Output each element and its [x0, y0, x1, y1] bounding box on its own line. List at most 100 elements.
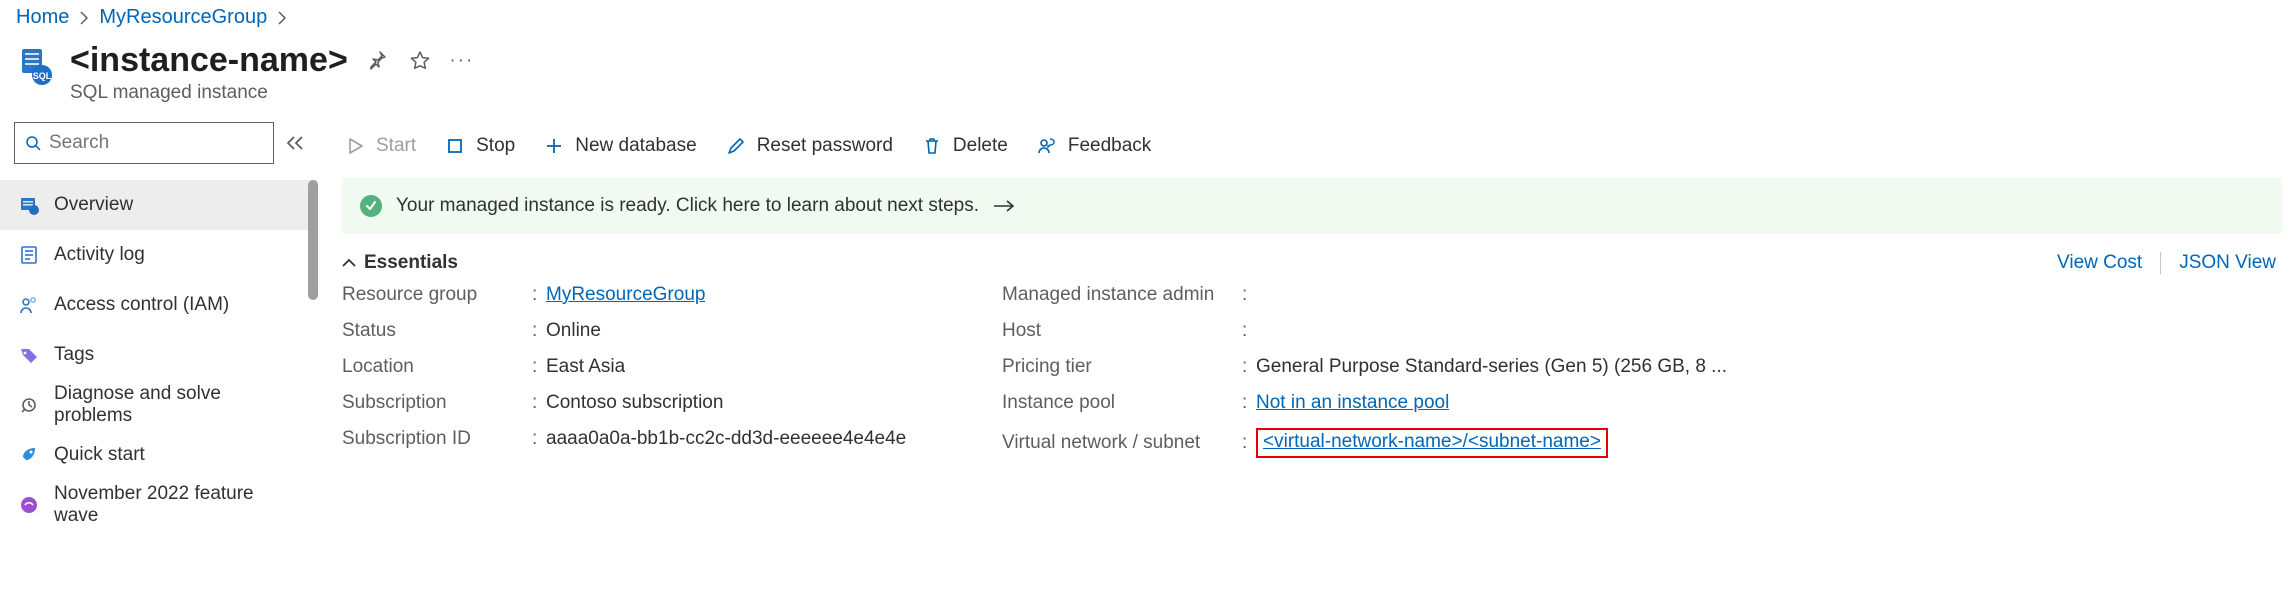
sidebar-item-label: Access control (IAM)	[54, 294, 229, 316]
view-cost-link[interactable]: View Cost	[2057, 252, 2142, 274]
instance-pool-link[interactable]: Not in an instance pool	[1256, 392, 1449, 414]
svg-text:SQL: SQL	[33, 71, 52, 81]
kv-value: aaaa0a0a-bb1b-cc2c-dd3d-eeeeee4e4e4e	[546, 428, 906, 450]
kv-label: Subscription	[342, 392, 532, 414]
sidebar-item-tags[interactable]: Tags	[0, 330, 318, 380]
edit-icon	[725, 135, 747, 157]
breadcrumb-home[interactable]: Home	[16, 6, 69, 29]
kv-label: Subscription ID	[342, 428, 532, 450]
play-icon	[344, 135, 366, 157]
sidebar-scrollbar-thumb[interactable]	[308, 180, 318, 300]
button-label: Reset password	[757, 135, 893, 157]
arrow-right-icon	[993, 199, 1015, 213]
kv-value: General Purpose Standard-series (Gen 5) …	[1256, 356, 1727, 378]
resource-type-label: SQL managed instance	[70, 82, 474, 104]
new-database-button[interactable]: New database	[543, 135, 696, 157]
kv-label: Managed instance admin	[1002, 284, 1242, 306]
more-icon[interactable]: ···	[450, 49, 474, 73]
kv-instance-pool: Instance pool : Not in an instance pool	[1002, 392, 2282, 414]
button-label: New database	[575, 135, 696, 157]
kv-resource-group: Resource group : MyResourceGroup	[342, 284, 962, 306]
sidebar-search-input[interactable]	[49, 132, 263, 154]
collapse-sidebar-icon[interactable]	[286, 136, 304, 150]
kv-virtual-network: Virtual network / subnet : <virtual-netw…	[1002, 428, 2282, 458]
stop-button[interactable]: Stop	[444, 135, 515, 157]
feedback-button[interactable]: Feedback	[1036, 135, 1151, 157]
kv-location: Location : East Asia	[342, 356, 962, 378]
kv-label: Virtual network / subnet	[1002, 432, 1242, 454]
breadcrumb-resource-group[interactable]: MyResourceGroup	[99, 6, 267, 29]
kv-value: East Asia	[546, 356, 625, 378]
resource-group-link[interactable]: MyResourceGroup	[546, 284, 705, 306]
essentials-label: Essentials	[364, 252, 458, 274]
kv-admin: Managed instance admin :	[1002, 284, 2282, 306]
ready-banner[interactable]: Your managed instance is ready. Click he…	[342, 178, 2282, 234]
success-icon	[360, 195, 382, 217]
chevron-right-icon	[277, 11, 287, 25]
access-control-icon	[18, 294, 40, 316]
sidebar-item-label: Tags	[54, 344, 94, 366]
kv-status: Status : Online	[342, 320, 962, 342]
delete-icon	[921, 135, 943, 157]
sidebar-item-feature-wave[interactable]: November 2022 feature wave	[0, 480, 318, 530]
kv-value: Contoso subscription	[546, 392, 723, 414]
sidebar-item-access-control[interactable]: Access control (IAM)	[0, 280, 318, 330]
star-icon[interactable]	[408, 49, 432, 73]
button-label: Stop	[476, 135, 515, 157]
kv-label: Pricing tier	[1002, 356, 1242, 378]
vnet-highlight: <virtual-network-name>/<subnet-name>	[1256, 428, 1608, 458]
essentials-toggle[interactable]: Essentials	[342, 252, 458, 274]
sidebar-item-quick-start[interactable]: Quick start	[0, 430, 318, 480]
sql-managed-instance-icon: SQL	[16, 45, 56, 85]
pin-icon[interactable]	[366, 49, 390, 73]
virtual-network-link[interactable]: <virtual-network-name>/<subnet-name>	[1263, 431, 1601, 452]
breadcrumb: Home MyResourceGroup	[0, 0, 2290, 37]
separator	[2160, 252, 2161, 274]
kv-subscription: Subscription : Contoso subscription	[342, 392, 962, 414]
essentials-grid: Resource group : MyResourceGroup Status …	[342, 284, 2282, 458]
kv-value: Online	[546, 320, 601, 342]
chevron-up-icon	[342, 258, 356, 268]
kv-label: Instance pool	[1002, 392, 1242, 414]
search-icon	[25, 135, 41, 151]
sidebar-item-label: November 2022 feature wave	[54, 483, 300, 527]
kv-label: Status	[342, 320, 532, 342]
tags-icon	[18, 344, 40, 366]
diagnose-icon	[18, 394, 40, 416]
sidebar-item-label: Diagnose and solve problems	[54, 383, 300, 427]
stop-icon	[444, 135, 466, 157]
delete-button[interactable]: Delete	[921, 135, 1008, 157]
sidebar-item-label: Activity log	[54, 244, 145, 266]
kv-label: Host	[1002, 320, 1242, 342]
button-label: Start	[376, 135, 416, 157]
page-header: SQL <instance-name> ··· SQL managed inst…	[0, 37, 2290, 122]
kv-subscription-id: Subscription ID : aaaa0a0a-bb1b-cc2c-dd3…	[342, 428, 962, 450]
sidebar-scrollbar[interactable]	[306, 180, 318, 612]
plus-icon	[543, 135, 565, 157]
kv-pricing-tier: Pricing tier : General Purpose Standard-…	[1002, 356, 2282, 378]
main-content: Start Stop New database Reset password	[318, 122, 2290, 616]
sidebar-item-activity-log[interactable]: Activity log	[0, 230, 318, 280]
start-button[interactable]: Start	[344, 135, 416, 157]
feedback-icon	[1036, 135, 1058, 157]
sidebar: Overview Activity log Access control (IA…	[0, 122, 318, 616]
sidebar-item-overview[interactable]: Overview	[0, 180, 318, 230]
chevron-right-icon	[79, 11, 89, 25]
button-label: Delete	[953, 135, 1008, 157]
kv-label: Location	[342, 356, 532, 378]
activity-log-icon	[18, 244, 40, 266]
kv-host: Host :	[1002, 320, 2282, 342]
feature-wave-icon	[18, 494, 40, 516]
kv-label: Resource group	[342, 284, 532, 306]
overview-icon	[18, 194, 40, 216]
page-title: <instance-name>	[70, 41, 348, 80]
reset-password-button[interactable]: Reset password	[725, 135, 893, 157]
json-view-link[interactable]: JSON View	[2179, 252, 2276, 274]
command-bar: Start Stop New database Reset password	[342, 122, 2282, 170]
banner-text: Your managed instance is ready. Click he…	[396, 195, 979, 217]
button-label: Feedback	[1068, 135, 1151, 157]
sidebar-item-label: Quick start	[54, 444, 145, 466]
sidebar-item-diagnose[interactable]: Diagnose and solve problems	[0, 380, 318, 430]
sidebar-item-label: Overview	[54, 194, 133, 216]
sidebar-search[interactable]	[14, 122, 274, 164]
